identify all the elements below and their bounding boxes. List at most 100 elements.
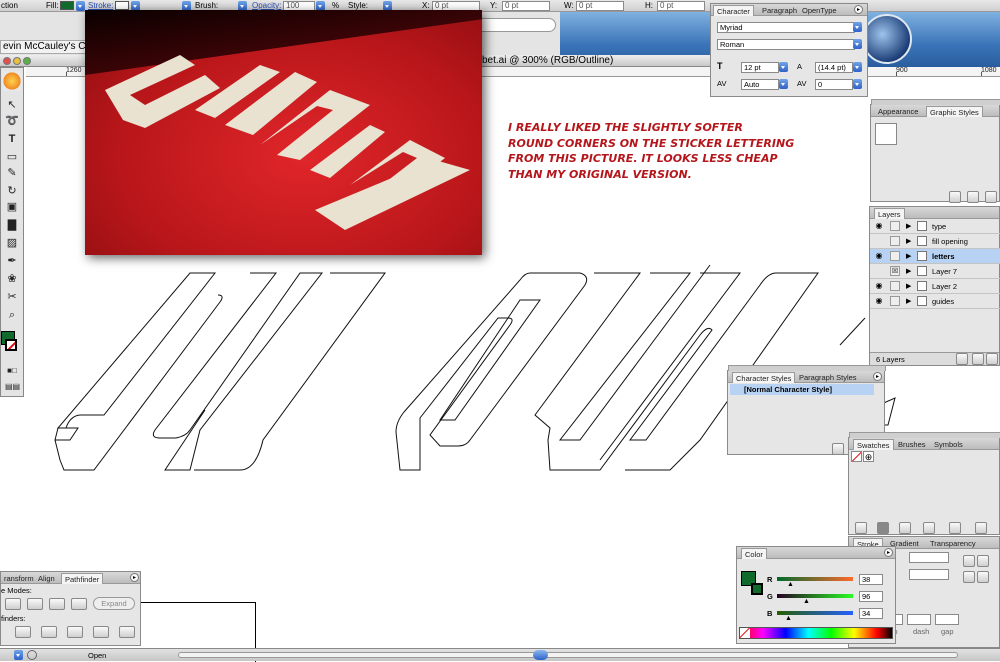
font-style-dropdown-icon[interactable] xyxy=(853,39,862,49)
rotate-tool-icon[interactable]: ↻ xyxy=(5,184,19,198)
default-graphic-style[interactable] xyxy=(875,123,897,145)
registration-swatch-icon[interactable]: ⊕ xyxy=(863,451,874,462)
tab-opentype[interactable]: OpenType xyxy=(799,5,840,16)
expand-triangle-icon[interactable]: ▶ xyxy=(906,297,911,306)
tab-swatches[interactable]: Swatches xyxy=(853,439,894,450)
none-color-icon[interactable] xyxy=(740,628,750,638)
tab-graphic-styles[interactable]: Graphic Styles xyxy=(926,106,983,117)
color-mode-icon[interactable]: ■□ xyxy=(5,364,19,378)
expand-triangle-icon[interactable]: ▶ xyxy=(906,282,911,291)
tracking-dropdown-icon[interactable] xyxy=(853,79,862,89)
layer-row[interactable]: ◉ ▶ guides xyxy=(870,294,1000,309)
stroke-weight-field[interactable] xyxy=(909,552,949,563)
zoom-tool-icon[interactable]: ⌕ xyxy=(5,308,19,322)
break-link-icon[interactable] xyxy=(949,191,961,203)
expand-triangle-icon[interactable]: ▶ xyxy=(906,252,911,261)
none-swatch-icon[interactable] xyxy=(851,451,862,462)
panel-menu-icon[interactable]: ▸ xyxy=(884,548,893,557)
add-shape-icon[interactable] xyxy=(5,598,21,610)
gradient-tool-icon[interactable]: ▨ xyxy=(5,236,19,250)
tab-character-styles[interactable]: Character Styles xyxy=(732,372,796,383)
stroke-color-box[interactable] xyxy=(751,583,763,595)
delete-layer-icon[interactable] xyxy=(986,353,998,365)
font-style-field[interactable]: Roman xyxy=(717,39,855,50)
rectangle-tool-icon[interactable]: ▭ xyxy=(5,150,19,164)
delete-style-icon[interactable] xyxy=(985,191,997,203)
merge-icon[interactable] xyxy=(67,626,83,638)
blue-value-field[interactable]: 34 xyxy=(859,608,883,619)
font-family-dropdown-icon[interactable] xyxy=(853,22,862,32)
exclude-shape-icon[interactable] xyxy=(71,598,87,610)
panel-menu-icon[interactable]: ▸ xyxy=(130,573,139,582)
tab-layers[interactable]: Layers xyxy=(874,208,905,219)
layer-row[interactable]: ☒ ▶ Layer 7 xyxy=(870,264,1000,279)
lock-toggle[interactable] xyxy=(890,251,900,261)
font-family-field[interactable]: Myriad xyxy=(717,22,855,33)
tab-brushes[interactable]: Brushes xyxy=(895,439,929,450)
symbol-sprayer-icon[interactable]: ❀ xyxy=(5,272,19,286)
font-size-field[interactable]: 12 pt xyxy=(741,62,779,73)
expand-triangle-icon[interactable]: ▶ xyxy=(906,267,911,276)
tab-transform[interactable]: ransform xyxy=(1,573,37,584)
tab-appearance[interactable]: Appearance xyxy=(875,106,921,117)
expand-button[interactable]: Expand xyxy=(93,597,135,610)
slider-thumb-icon[interactable]: ▲ xyxy=(803,598,810,605)
join-miter-icon[interactable] xyxy=(963,571,975,583)
scissors-tool-icon[interactable]: ✂ xyxy=(5,290,19,304)
dash-field[interactable] xyxy=(907,614,931,625)
new-style-icon[interactable] xyxy=(832,443,844,455)
lasso-tool-icon[interactable]: ➰ xyxy=(5,114,19,128)
swatch-options-icon[interactable] xyxy=(899,522,911,534)
tab-pathfinder[interactable]: Pathfinder xyxy=(61,573,104,584)
list-item[interactable]: [Normal Character Style] xyxy=(730,384,874,395)
kerning-dropdown-icon[interactable] xyxy=(779,79,788,89)
horizontal-scrollbar[interactable] xyxy=(178,652,958,658)
free-transform-tool-icon[interactable]: ▣ xyxy=(5,200,19,214)
visibility-eye-icon[interactable]: ◉ xyxy=(874,296,884,306)
tab-paragraph-styles[interactable]: Paragraph Styles xyxy=(796,372,860,383)
color-spectrum[interactable] xyxy=(739,627,893,639)
miter-limit-field[interactable] xyxy=(909,569,949,580)
cap-butt-icon[interactable] xyxy=(963,555,975,567)
intersect-shape-icon[interactable] xyxy=(49,598,65,610)
tab-color[interactable]: Color xyxy=(741,548,767,559)
kerning-field[interactable]: Auto xyxy=(741,79,779,90)
new-style-icon[interactable] xyxy=(967,191,979,203)
tab-transparency[interactable]: Transparency xyxy=(927,538,979,549)
leading-field[interactable]: (14.4 pt) xyxy=(815,62,853,73)
status-icon[interactable] xyxy=(27,650,37,660)
swatch-libraries-icon[interactable] xyxy=(855,522,867,534)
layer-row[interactable]: ◉ ▶ letters xyxy=(870,249,1000,264)
zoom-dropdown-icon[interactable] xyxy=(14,650,23,660)
slider-thumb-icon[interactable]: ▲ xyxy=(787,581,794,588)
subtract-shape-icon[interactable] xyxy=(27,598,43,610)
layer-row[interactable]: ▶ fill opening xyxy=(870,234,1000,249)
tab-paragraph[interactable]: Paragraph xyxy=(759,5,800,16)
delete-swatch-icon[interactable] xyxy=(975,522,987,534)
scrollbar-thumb[interactable] xyxy=(533,650,548,660)
lock-toggle[interactable] xyxy=(890,236,900,246)
screen-mode-icon[interactable]: ▤▤ xyxy=(5,380,20,394)
green-value-field[interactable]: 96 xyxy=(859,591,883,602)
visibility-eye-icon[interactable]: ◉ xyxy=(874,281,884,291)
tab-character[interactable]: Character xyxy=(713,5,754,16)
panel-menu-icon[interactable]: ▸ xyxy=(854,5,863,14)
tab-align[interactable]: Align xyxy=(35,573,58,584)
trim-icon[interactable] xyxy=(41,626,57,638)
cap-round-icon[interactable] xyxy=(977,555,989,567)
new-swatch-icon[interactable] xyxy=(949,522,961,534)
pencil-tool-icon[interactable]: ✎ xyxy=(5,166,19,180)
graph-tool-icon[interactable]: ▇ xyxy=(5,218,19,232)
font-size-dropdown-icon[interactable] xyxy=(779,62,788,72)
join-round-icon[interactable] xyxy=(977,571,989,583)
divide-icon[interactable] xyxy=(15,626,31,638)
outline-icon[interactable] xyxy=(119,626,135,638)
crop-icon[interactable] xyxy=(93,626,109,638)
new-color-group-icon[interactable] xyxy=(923,522,935,534)
tracking-field[interactable]: 0 xyxy=(815,79,853,90)
visibility-eye-icon[interactable]: ◉ xyxy=(874,221,884,231)
selection-tool-icon[interactable]: ↖ xyxy=(5,98,19,112)
lock-icon[interactable]: ☒ xyxy=(890,266,900,276)
visibility-eye-icon[interactable]: ◉ xyxy=(874,251,884,261)
new-layer-icon[interactable] xyxy=(972,353,984,365)
